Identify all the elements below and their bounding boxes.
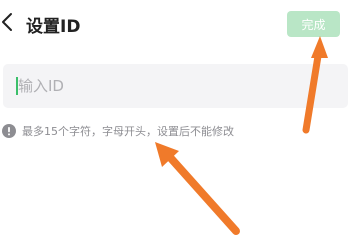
id-input[interactable]	[18, 64, 338, 108]
chevron-left-icon	[2, 13, 12, 31]
back-button[interactable]	[0, 10, 22, 34]
id-input-container[interactable]	[3, 64, 348, 108]
arrow-to-hint	[155, 142, 240, 235]
page-title: 设置ID	[26, 17, 81, 37]
exclamation-circle-icon	[2, 124, 16, 138]
hint-text: 最多15个字符，字母开头，设置后不能修改	[22, 125, 234, 138]
done-button[interactable]: 完成	[287, 11, 340, 37]
top-bar: 设置ID 完成	[0, 0, 354, 46]
